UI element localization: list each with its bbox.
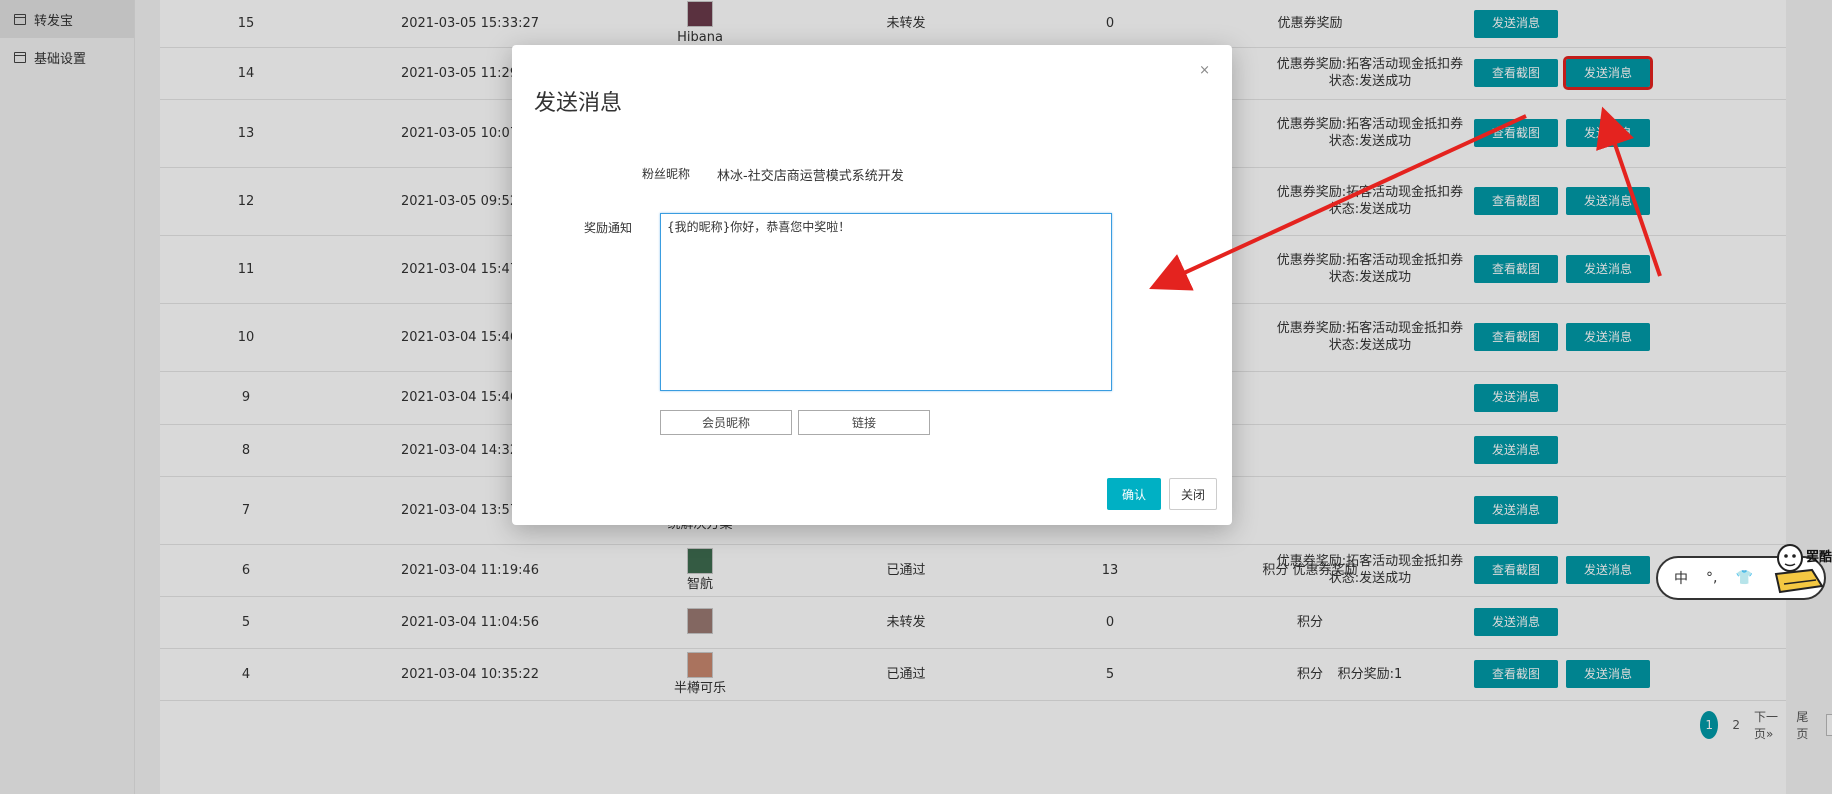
ime-corner-label: 罢酷 (1806, 550, 1832, 565)
confirm-button[interactable]: 确认 (1107, 478, 1161, 510)
fan-nickname-label: 粉丝昵称 (641, 167, 690, 181)
reward-notice-label: 奖励通知 (583, 221, 632, 235)
close-icon[interactable]: × (1199, 63, 1210, 78)
reward-notice-textarea[interactable] (660, 213, 1112, 391)
send-message-dialog: × 发送消息 粉丝昵称 林冰-社交店商运营模式系统开发 奖励通知 会员昵称 链接… (512, 45, 1232, 525)
ime-skin-icon[interactable]: 👕 (1735, 570, 1752, 586)
insert-link-button[interactable]: 链接 (798, 410, 930, 435)
ime-punctuation-toggle[interactable]: °, (1706, 570, 1717, 586)
dialog-title: 发送消息 (534, 91, 623, 116)
insert-nickname-button[interactable]: 会员昵称 (660, 410, 792, 435)
fan-nickname-value: 林冰-社交店商运营模式系统开发 (717, 169, 904, 184)
ime-language-toggle[interactable]: 中 (1674, 568, 1688, 588)
close-button[interactable]: 关闭 (1169, 478, 1217, 510)
